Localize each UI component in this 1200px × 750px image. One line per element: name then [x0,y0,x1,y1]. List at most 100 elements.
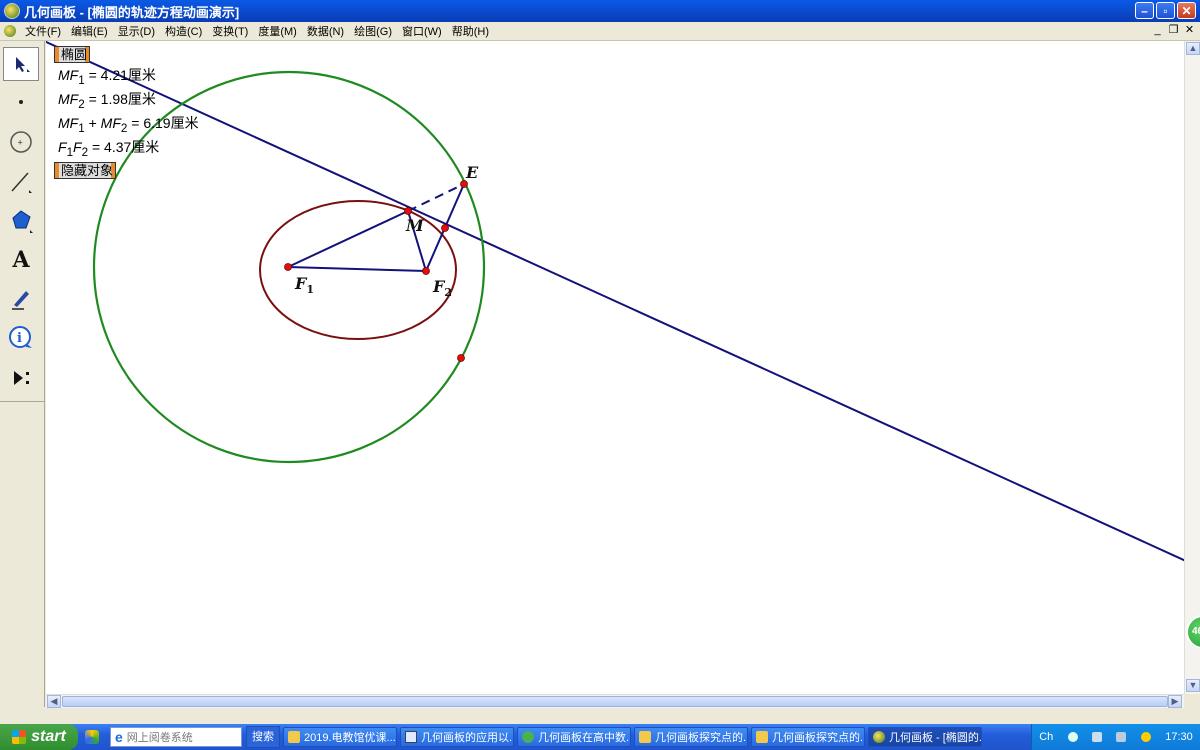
folder-icon [639,731,651,743]
start-label: start [31,728,66,745]
label-f1[interactable]: F1 [295,274,314,296]
label-f2[interactable]: F2 [433,277,452,299]
document-icon[interactable] [4,25,16,37]
scroll-up-icon[interactable]: ▲ [1186,42,1200,55]
point-on-circle[interactable] [457,354,465,362]
straightedge-tool[interactable] [3,165,39,199]
info-icon: i [9,326,32,348]
search-button[interactable]: 搜索 [246,726,280,748]
network-icon[interactable] [1092,732,1103,742]
taskbar-item-4-label: 几何画板探究点的... [655,732,748,744]
quicklaunch-app-icon[interactable] [85,730,99,744]
measure-f1f2[interactable]: F1F2 = 4.37厘米 [58,137,159,159]
marker-tool[interactable] [3,281,39,315]
taskbar-item-6[interactable]: 几何画板 - [椭圆的... [868,727,982,747]
hide-objects-button[interactable]: 隐藏对象 [54,162,117,179]
svg-text:i: i [17,331,22,346]
measure-sum-var2: MF [100,115,121,131]
taskbar-item-5[interactable]: 几何画板探究点的... [751,727,865,747]
taskbar-item-6-label: 几何画板 - [椭圆的... [889,732,982,744]
point-midpoint[interactable] [441,224,449,232]
arrow-tool[interactable] [3,47,39,81]
marker-icon [12,291,29,310]
windows-logo-icon [12,730,27,744]
measure-mf1-value: = 4.21厘米 [84,67,156,83]
ime-indicator[interactable]: Ch [1039,731,1053,743]
taskbar-item-1[interactable]: 2019.电教馆优课... [283,727,397,747]
polygon-icon [12,210,33,233]
menu-measure[interactable]: 度量(M) [253,23,302,39]
scroll-down-icon[interactable]: ▼ [1186,679,1200,692]
minimize-button[interactable]: – [1135,2,1154,19]
menu-graph[interactable]: 绘图(G) [349,23,397,39]
start-button[interactable]: start [0,724,78,750]
segment-f1-m[interactable] [287,210,409,268]
close-button[interactable]: ✕ [1177,2,1196,19]
menu-window[interactable]: 窗口(W) [397,23,447,39]
scroll-left-icon[interactable]: ◀ [47,695,61,708]
line-icon [11,172,32,193]
taskbar-item-2[interactable]: 几何画板的应用以... [400,727,514,747]
text-tool[interactable]: A [3,243,39,277]
measure-sum-value: = 6.19厘米 [127,115,199,131]
measure-mf2[interactable]: MF2 = 1.98厘米 [58,89,156,111]
vertical-scrollbar[interactable]: ▲ ▼ [1184,41,1200,694]
point-m[interactable] [404,207,412,215]
taskbar: start e 网上阅卷系统 搜索 2019.电教馆优课... 几何画板的应用以.… [0,724,1200,750]
sketch-canvas[interactable]: 椭圆 MF1 = 4.21厘米 MF2 = 1.98厘米 MF1 + MF2 =… [46,41,1184,694]
clock: 17:30 [1165,731,1193,743]
measure-mf1[interactable]: MF1 = 4.21厘米 [58,65,156,87]
perpendicular-bisector-line[interactable] [46,41,1184,562]
browser-icon [522,731,534,743]
point-tool[interactable] [3,85,39,119]
menu-transform[interactable]: 变换(T) [207,23,253,39]
menu-help[interactable]: 帮助(H) [447,23,494,39]
compass-tool[interactable]: + [3,125,39,159]
taskbar-item-5-label: 几何画板探究点的... [772,732,865,744]
menu-bar: 文件(F) 编辑(E) 显示(D) 构造(C) 变换(T) 度量(M) 数据(N… [0,22,1200,41]
point-f1[interactable] [284,263,292,271]
wechat-icon[interactable] [1067,732,1078,742]
label-f1-sub: 1 [306,283,315,297]
menu-edit[interactable]: 编辑(E) [66,23,113,39]
doc-restore-button[interactable]: ❐ [1167,23,1180,37]
window-titlebar: 几何画板 - [椭圆的轨迹方程动画演示] – ▫ ✕ [0,0,1200,22]
measure-mf2-value: = 1.98厘米 [84,91,156,107]
quick-launch [78,730,106,744]
taskbar-item-4[interactable]: 几何画板探究点的... [634,727,748,747]
menu-construct[interactable]: 构造(C) [160,23,207,39]
menu-file[interactable]: 文件(F) [20,23,66,39]
horizontal-scrollbar[interactable]: ◀ ▶ [46,694,1184,709]
text-icon: A [12,247,30,273]
doc-minimize-button[interactable]: _ [1151,23,1164,37]
segment-f1-f2[interactable] [287,266,427,272]
doc-close-button[interactable]: ✕ [1183,23,1196,37]
horizontal-scroll-thumb[interactable] [62,696,1168,707]
restore-button[interactable]: ▫ [1156,2,1175,19]
search-placeholder: 网上阅卷系统 [126,732,193,744]
measure-sum[interactable]: MF1 + MF2 = 6.19厘米 [58,113,199,135]
polygon-tool[interactable] [3,203,39,237]
custom-tool[interactable] [3,361,39,395]
taskbar-item-3[interactable]: 几何画板在高中数... [517,727,631,747]
label-e[interactable]: E [466,163,478,182]
information-tool[interactable]: i [3,321,39,355]
menu-data[interactable]: 数据(N) [302,23,349,39]
point-f2[interactable] [422,267,430,275]
dashed-segment-m-e[interactable] [407,183,465,212]
volume-icon[interactable] [1116,732,1127,742]
document-controls: _ ❐ ✕ [1151,23,1196,37]
app-icon [4,3,20,19]
security-icon[interactable] [1140,732,1151,742]
menu-display[interactable]: 显示(D) [113,23,160,39]
folder-icon [756,731,768,743]
search-input[interactable]: e 网上阅卷系统 [110,727,242,747]
ellipse-action-button[interactable]: 椭圆 [54,46,91,63]
label-m[interactable]: M [406,216,424,235]
scroll-right-icon[interactable]: ▶ [1168,695,1182,708]
taskbar-item-3-label: 几何画板在高中数... [538,732,631,744]
system-tray: Ch 17:30 [1031,724,1200,750]
arrow-icon [16,57,30,72]
custom-tools-icon [14,371,29,385]
label-f2-sub: 2 [444,286,453,300]
